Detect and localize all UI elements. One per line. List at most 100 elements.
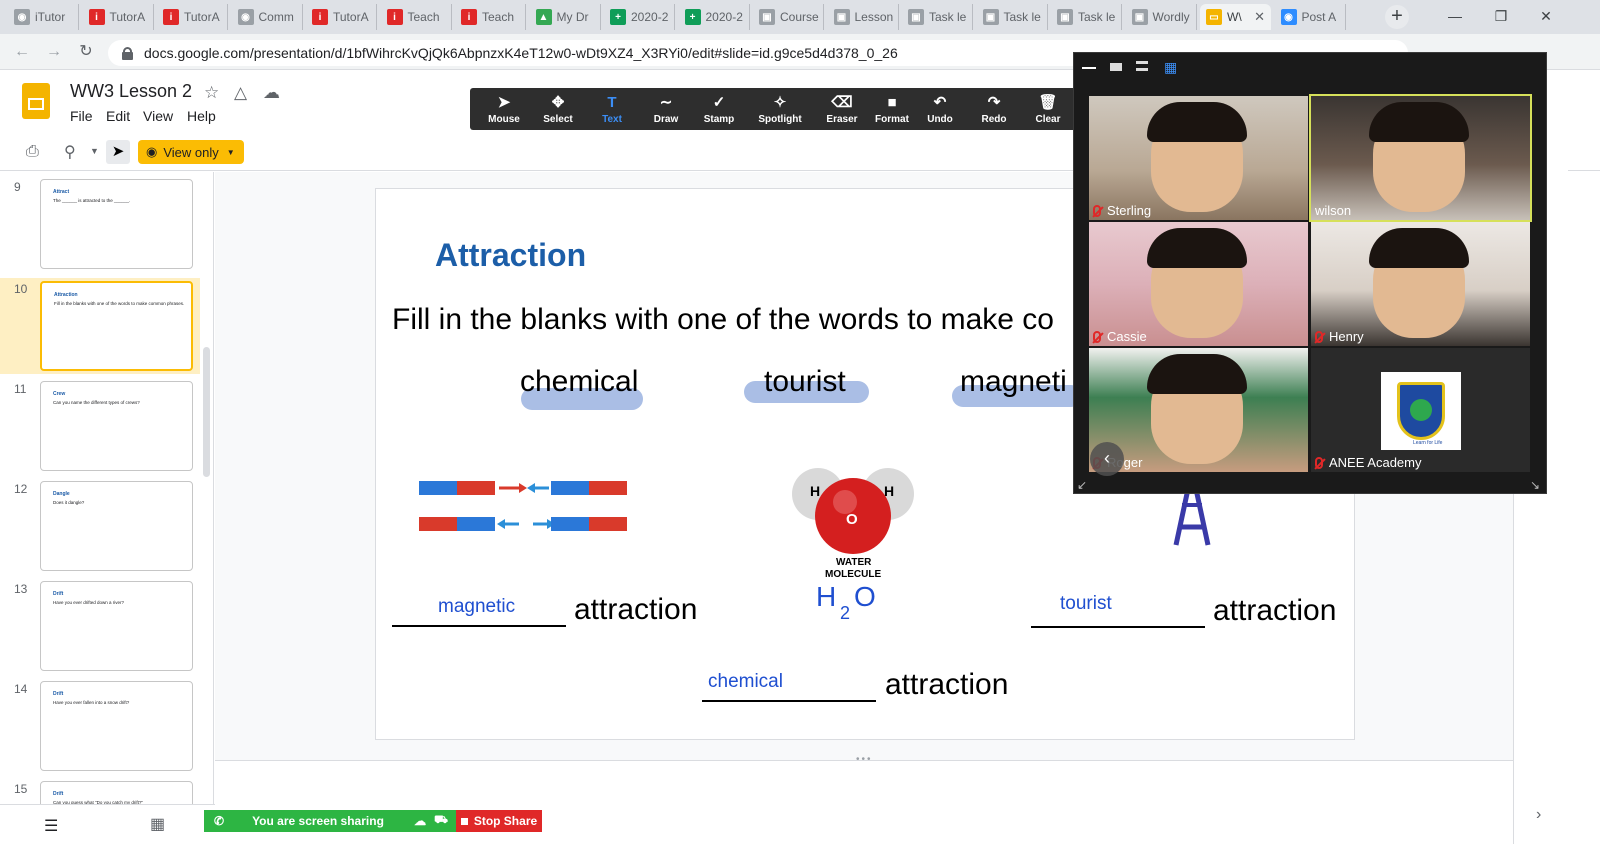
ink-formula-o: O — [854, 581, 876, 612]
strip-view-icon[interactable] — [1136, 61, 1148, 71]
tab-label: Wordly — [1152, 10, 1190, 24]
menu-file[interactable]: File — [70, 108, 93, 124]
menu-edit[interactable]: Edit — [106, 108, 130, 124]
menu-view[interactable]: View — [143, 108, 173, 124]
annotate-text-button[interactable]: T Text — [586, 88, 638, 130]
cloud-status-icon[interactable]: ☁ — [263, 83, 280, 103]
participant-video-tile[interactable]: Learn for Life ANEE Academy — [1311, 348, 1530, 472]
annotate-undo-button[interactable]: ↶ Undo — [914, 88, 966, 130]
thumbnail-text: Can you name the different types of crew… — [53, 400, 140, 405]
browser-tab[interactable]: ▣ Course — [753, 4, 824, 30]
browser-tab[interactable]: ◉ Post A — [1275, 4, 1346, 30]
new-tab-button[interactable]: + — [1385, 5, 1409, 29]
text-icon: T — [607, 94, 617, 111]
forward-icon[interactable]: → — [44, 42, 64, 62]
browser-tab[interactable]: +2020-2 — [679, 4, 750, 30]
list-view-icon[interactable]: ☰ — [44, 816, 58, 836]
maximize-button[interactable]: ❐ — [1478, 0, 1524, 32]
browser-tab[interactable]: i TutorA — [306, 4, 377, 30]
document-title[interactable]: WW3 Lesson 2 — [70, 81, 192, 102]
filmstrip-scrollbar[interactable] — [203, 347, 210, 477]
participant-hair — [1147, 354, 1247, 394]
thumbnail-text: The ______ is attracted to the ______. — [53, 198, 131, 203]
blank-suffix: attraction — [885, 668, 1009, 701]
slide-number: 9 — [14, 180, 21, 194]
magnets-image — [419, 481, 627, 531]
browser-tab[interactable]: i Teach — [381, 4, 452, 30]
tab-label: Course — [780, 10, 819, 24]
browser-tab[interactable]: ▲ My Dr — [530, 4, 601, 30]
annotate-draw-button[interactable]: ∼ Draw — [640, 88, 692, 130]
slide-thumbnail-14[interactable]: 14 Drift Have you ever fallen into a snow … — [0, 678, 200, 774]
participant-hair — [1369, 102, 1469, 142]
slide-thumbnail-11[interactable]: 11 Crew Can you name the different types o… — [0, 378, 200, 474]
move-to-drive-icon[interactable]: △ — [234, 83, 247, 103]
browser-tab[interactable]: ◉ iTutor — [8, 4, 79, 30]
zoom-icon[interactable]: ⚲ — [64, 142, 76, 162]
reload-icon[interactable]: ↻ — [76, 42, 96, 62]
browser-tab[interactable]: ▣ Wordly — [1126, 4, 1197, 30]
grid-view-icon[interactable]: ▦ — [150, 814, 165, 834]
shield-crest-icon — [1397, 382, 1445, 440]
browser-tab[interactable]: ▣ Task le — [977, 4, 1048, 30]
atom-h-label: H — [884, 483, 895, 499]
participant-video-tile[interactable]: wilson — [1309, 94, 1532, 222]
thumbnail-preview: Crew Can you name the different types of … — [40, 381, 193, 471]
slides-logo-icon[interactable] — [22, 83, 50, 119]
participant-video-tile[interactable]: Sterling — [1089, 96, 1308, 220]
speaker-view-icon[interactable] — [1110, 63, 1122, 71]
minimize-video-icon[interactable] — [1082, 67, 1096, 69]
annotate-spotlight-button[interactable]: ✧ Spotlight — [754, 88, 806, 130]
browser-tab[interactable]: +2020-2 — [604, 4, 675, 30]
annotate-mouse-button[interactable]: ➤ Mouse — [478, 88, 530, 130]
annotate-redo-button[interactable]: ↷ Redo — [968, 88, 1020, 130]
blank-suffix: attraction — [574, 593, 698, 626]
participant-video-tile[interactable]: Cassie — [1089, 222, 1308, 346]
slide-number: 13 — [14, 582, 28, 596]
menu-help[interactable]: Help — [187, 108, 216, 124]
tool-label: Select — [543, 114, 573, 125]
annotate-stamp-button[interactable]: ✓ Stamp — [693, 88, 745, 130]
zoom-dropdown-icon[interactable]: ▼ — [90, 146, 99, 156]
browser-tab[interactable]: ▣ Task le — [902, 4, 973, 30]
back-icon[interactable]: ← — [12, 42, 32, 62]
tool-label: Mouse — [488, 114, 520, 125]
browser-tab[interactable]: i TutorA — [157, 4, 228, 30]
stop-share-button[interactable]: Stop Share — [456, 810, 542, 832]
resize-corner-icon[interactable]: ↘ — [1530, 478, 1540, 492]
select-pointer-icon[interactable]: ➤ — [106, 140, 130, 164]
browser-tab[interactable]: ◉ Comm — [232, 4, 303, 30]
expand-panel-icon[interactable]: › — [1536, 806, 1541, 824]
slide-thumbnail-15[interactable]: 15 Drift Can you guess what "Do you catch … — [0, 778, 200, 804]
resize-handle-icon[interactable]: ••• — [856, 754, 873, 765]
tab-label: Post A — [1301, 10, 1337, 24]
annotate-clear-button[interactable]: 🗑 Clear — [1022, 88, 1074, 130]
browser-tab[interactable]: i Teach — [455, 4, 526, 30]
annotate-eraser-button[interactable]: ⌫ Eraser — [816, 88, 868, 130]
annotate-format-button[interactable]: ■ Format — [866, 88, 918, 130]
slide-thumbnail-10[interactable]: 10 Attraction Fill in the blanks with one … — [0, 278, 200, 374]
browser-tab[interactable]: i TutorA — [83, 4, 154, 30]
resize-corner-icon[interactable]: ↙ — [1077, 478, 1087, 492]
minimize-button[interactable]: — — [1432, 0, 1478, 32]
close-tab-icon[interactable]: ✕ — [1254, 9, 1265, 25]
browser-tab[interactable]: ▭ W\ ✕ — [1200, 4, 1271, 30]
thumbnail-preview: Drift Can you guess what "Do you catch my… — [40, 781, 193, 804]
tab-label: Task le — [1078, 10, 1116, 24]
slide-instruction: Fill in the blanks with one of the words… — [392, 303, 1054, 336]
browser-tab[interactable]: ▣ Task le — [1051, 4, 1122, 30]
gallery-view-icon[interactable]: ▦ — [1164, 59, 1177, 76]
previous-page-button[interactable]: ‹ — [1090, 442, 1124, 476]
slide-thumbnail-9[interactable]: 9 Attract The ______ is attracted to the _… — [0, 176, 200, 272]
close-window-button[interactable]: ✕ — [1524, 0, 1568, 32]
participant-video-tile[interactable]: Henry — [1311, 222, 1530, 346]
print-icon[interactable]: ⎙ — [26, 143, 39, 161]
slide-thumbnail-13[interactable]: 13 Drift Have you ever drifted down a rive… — [0, 578, 200, 674]
view-only-button[interactable]: ◉ View only ▼ — [138, 140, 244, 164]
slide-thumbnail-12[interactable]: 12 Dangle Does it dangle? — [0, 478, 200, 574]
star-icon[interactable]: ☆ — [204, 83, 219, 103]
browser-tab[interactable]: ▣ Lesson — [828, 4, 899, 30]
+-favicon-icon: + — [610, 9, 626, 25]
participant-name: Cassie — [1093, 329, 1147, 344]
annotate-select-button[interactable]: ✥ Select — [532, 88, 584, 130]
